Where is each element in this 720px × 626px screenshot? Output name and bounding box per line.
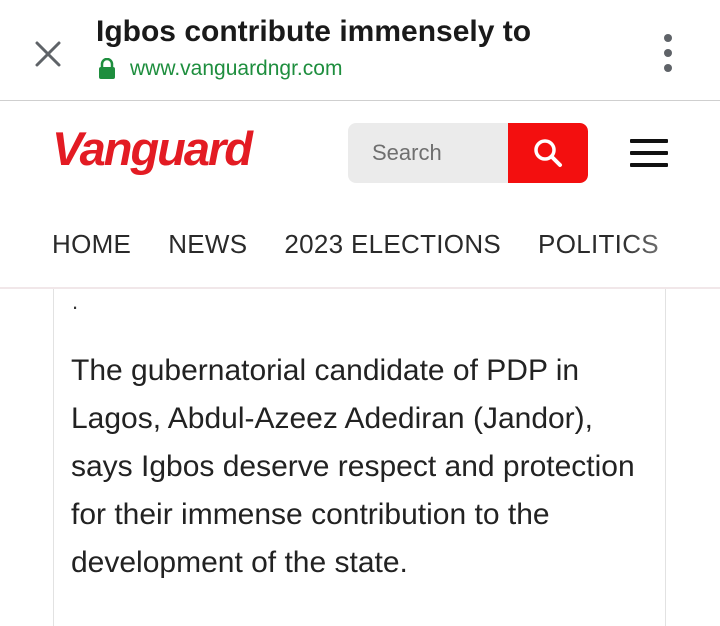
more-options-button[interactable] [650, 30, 686, 76]
close-icon [35, 41, 61, 67]
nav-item-news[interactable]: NEWS [168, 229, 247, 260]
search-input[interactable] [348, 123, 508, 183]
page: Igbos contribute immensely to www.vangua… [0, 0, 720, 626]
site-header: Vanguard HOME NEWS 2023 ELECTIONS POLITI… [0, 101, 720, 289]
nav-item-2023-elections[interactable]: 2023 ELECTIONS [284, 229, 501, 260]
search-icon [534, 139, 562, 167]
lock-icon [99, 58, 115, 79]
url-text: www.vanguardngr.com [130, 57, 343, 80]
vanguard-logo[interactable]: Vanguard [52, 121, 253, 176]
browser-toolbar: Igbos contribute immensely to www.vangua… [0, 0, 720, 101]
hamburger-bar [630, 151, 668, 155]
article-paragraph: The gubernatorial candidate of PDP in La… [71, 354, 635, 579]
close-tab-button[interactable] [26, 32, 70, 76]
more-vert-icon-dot [664, 49, 672, 57]
main-nav: HOME NEWS 2023 ELECTIONS POLITICS [52, 229, 696, 260]
hamburger-bar [630, 139, 668, 143]
hamburger-menu-icon[interactable] [630, 139, 668, 167]
article-body: . The gubernatorial candidate of PDP in … [53, 289, 666, 626]
nav-scroll-fade [620, 221, 720, 271]
search-form [348, 123, 588, 183]
more-vert-icon-dot [664, 64, 672, 72]
page-title: Igbos contribute immensely to [96, 15, 532, 48]
stray-text: . [72, 289, 79, 314]
nav-item-home[interactable]: HOME [52, 229, 131, 260]
more-vert-icon-dot [664, 34, 672, 42]
url-bar[interactable]: www.vanguardngr.com [98, 57, 342, 81]
search-button[interactable] [508, 123, 588, 183]
hamburger-bar [630, 163, 668, 167]
